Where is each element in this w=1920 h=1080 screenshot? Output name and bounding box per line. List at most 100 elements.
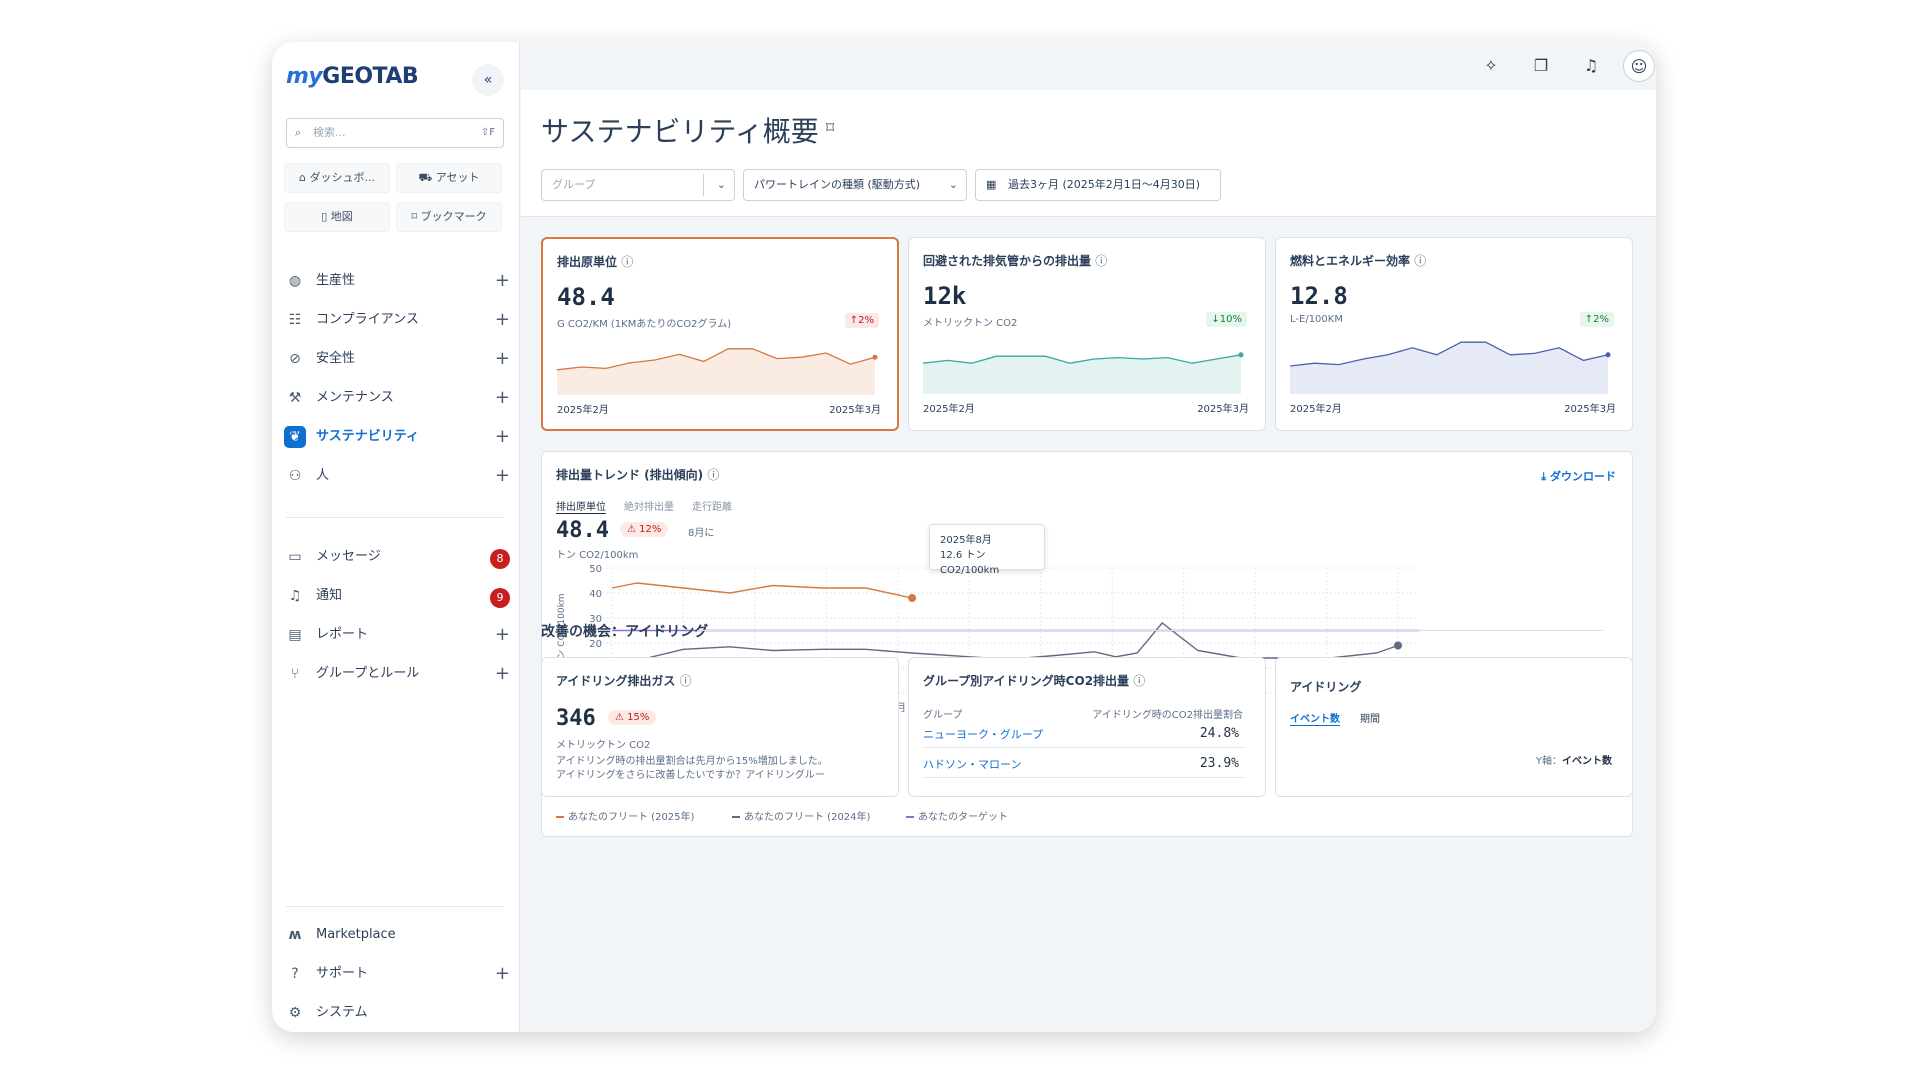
bell-icon[interactable]: ♫	[1575, 50, 1607, 82]
info-icon[interactable]: ⓘ	[707, 468, 719, 482]
series-endpoint-0	[908, 594, 917, 602]
sidebar-item-productivity[interactable]: ◍ 生産性 +	[284, 266, 510, 296]
warning-icon: ⚠	[615, 712, 628, 723]
tab-emission-intensity[interactable]: 排出原単位	[556, 498, 606, 514]
group-link[interactable]: ハドソン・マローン	[923, 756, 1021, 772]
collapse-sidebar-button[interactable]: «	[472, 64, 504, 96]
double-chevron-left-icon: «	[483, 72, 493, 88]
sidebar-item-notifications[interactable]: ♫ 通知 9	[284, 581, 510, 611]
table-row[interactable]: ニューヨーク・グループ 24.8%	[923, 720, 1245, 748]
sidebar-item-people[interactable]: ⚇ 人 +	[284, 461, 510, 491]
quick-link-bookmarks[interactable]: ⌑ ブックマーク	[396, 202, 502, 232]
sidebar-item-support[interactable]: ? サポート +	[284, 959, 510, 989]
tooltip-value: 12.6 トン CO2/100km	[940, 550, 1000, 576]
search-placeholder: 検索...	[313, 126, 346, 139]
tab-distance[interactable]: 走行距離	[692, 498, 732, 513]
info-icon[interactable]: ⓘ	[621, 255, 633, 269]
kpi-sparkline	[557, 348, 878, 395]
tab-event-count[interactable]: イベント数	[1290, 710, 1340, 726]
search-shortcut: ⇧F	[480, 127, 495, 138]
group-idle-card: グループ別アイドリング時CO2排出量 ⓘ グループ アイドリング時のCO2排出量…	[908, 657, 1266, 797]
sidebar-divider	[286, 906, 504, 907]
kpi-title: 排出原単位	[557, 255, 618, 269]
sidebar-item-groups-rules[interactable]: ⑂ グループとルール +	[284, 659, 510, 689]
sidebar-item-safety[interactable]: ⊘ 安全性 +	[284, 344, 510, 374]
kpi-start-date: 2025年2月	[1290, 404, 1342, 415]
kpi-unit: メトリックトン CO2	[923, 318, 1018, 329]
kpi-card-emission-intensity[interactable]: 排出原単位 ⓘ 48.4 G CO2/KM (1KMあたりのCO2グラム) ↑2…	[541, 237, 899, 431]
sparkle-icon[interactable]: ✧	[1475, 50, 1507, 82]
download-icon: ⤓	[1541, 470, 1550, 483]
bell-icon: ♫	[288, 588, 302, 604]
sidebar-item-maintenance[interactable]: ⚒ メンテナンス +	[284, 383, 510, 413]
user-avatar-icon[interactable]: ☺	[1623, 50, 1655, 82]
bookmark-icon[interactable]: ⌑	[826, 118, 834, 137]
info-icon[interactable]: ⓘ	[680, 674, 692, 688]
sidebar-item-messages[interactable]: ▭ メッセージ 8	[284, 542, 510, 572]
sidebar-item-compliance[interactable]: ☷ コンプライアンス +	[284, 305, 510, 335]
quick-link-dashboard[interactable]: ⌂ ダッシュボ...	[284, 163, 390, 193]
download-button[interactable]: ⤓ ダウンロード	[1541, 468, 1616, 484]
info-icon[interactable]: ⓘ	[1133, 674, 1145, 688]
gear-icon: ⚙	[288, 1005, 302, 1021]
info-icon[interactable]: ⓘ	[1414, 254, 1426, 268]
kpi-card-fuel-efficiency[interactable]: 燃料とエネルギー効率 ⓘ 12.8 L-E/100KM ↑2% 2025年2月 …	[1275, 237, 1633, 431]
expand-icon: +	[494, 309, 510, 330]
legend-target[interactable]: あなたのターゲット	[906, 808, 1008, 823]
messages-badge: 8	[490, 549, 510, 569]
tab-absolute-emissions[interactable]: 絶対排出量	[624, 498, 674, 513]
quick-link-map[interactable]: ▯ 地図	[284, 202, 390, 232]
wrench-icon: ⚒	[288, 390, 302, 406]
main-content: サステナビリティ概要 ⌑ グループ ⌄ パワートレインの種類 (駆動方式) ⌄ ▦ 過…	[521, 90, 1656, 1032]
idle-description-2: アイドリングをさらに改善したいですか？アイドリングルー	[556, 770, 825, 781]
mygeotab-logo[interactable]: myGEOTAB	[286, 64, 419, 89]
kpi-value: 12k	[923, 282, 967, 310]
legend-fleet-2025[interactable]: あなたのフリート (2025年)	[556, 808, 694, 823]
sidebar-item-reports[interactable]: ▤ レポート +	[284, 620, 510, 650]
kpi-card-avoided-emissions[interactable]: 回避された排気管からの排出量 ⓘ 12k メトリックトン CO2 ↓10% 20…	[908, 237, 1266, 431]
app-window: myGEOTAB « ⌕ 検索... ⇧F ⌂ ダッシュボ... ⛟ アセット …	[272, 42, 1656, 1032]
idling-card: アイドリング イベント数 期間 Y軸：イベント数	[1275, 657, 1633, 797]
kpi-title: 燃料とエネルギー効率	[1290, 254, 1411, 268]
idle-value: 346	[556, 706, 596, 731]
date-range-filter[interactable]: ▦ 過去3ヶ月 (2025年2月1日～4月30日)	[975, 169, 1221, 201]
group-filter-select[interactable]: グループ ⌄	[541, 169, 735, 201]
section-title: 改善の機会：アイドリング	[541, 624, 709, 640]
idle-unit: メトリックトン CO2	[556, 740, 651, 751]
table-row[interactable]: ハドソン・マローン 23.9%	[923, 750, 1245, 778]
tooltip-date: 2025年8月	[940, 535, 992, 546]
page-title: サステナビリティ概要	[541, 115, 819, 148]
sidebar: myGEOTAB « ⌕ 検索... ⇧F ⌂ ダッシュボ... ⛟ アセット …	[272, 42, 520, 1032]
column-header-group: グループ	[923, 710, 963, 721]
kpi-sparkline	[923, 352, 1244, 394]
group-link[interactable]: ニューヨーク・グループ	[923, 726, 1043, 742]
kpi-title: 回避された排気管からの排出量	[923, 254, 1092, 268]
sparkline-endpoint	[1238, 352, 1244, 358]
hierarchy-icon: ⑂	[290, 666, 300, 682]
sparkline-area	[1290, 342, 1608, 394]
kpi-sparkline	[1290, 341, 1611, 394]
series-endpoint-1	[1394, 641, 1402, 650]
idle-change-badge: ⚠ 15%	[608, 710, 657, 725]
kpi-unit: G CO2/KM (1KMあたりのCO2グラム)	[557, 319, 732, 330]
chat-icon[interactable]: ❐	[1525, 50, 1557, 82]
truck-icon: ⛟	[418, 171, 436, 184]
sidebar-item-marketplace[interactable]: ʍ Marketplace	[284, 920, 510, 950]
y-axis-selector[interactable]: Y軸：イベント数	[1536, 752, 1612, 767]
warning-icon: ⚠	[627, 524, 640, 535]
search-input[interactable]: ⌕ 検索... ⇧F	[286, 118, 504, 148]
expand-icon: +	[494, 465, 510, 486]
idle-description: アイドリング時の排出量割合は先月から15%増加しました。	[556, 756, 828, 767]
tab-period[interactable]: 期間	[1360, 710, 1380, 725]
powertrain-filter-select[interactable]: パワートレインの種類 (駆動方式) ⌄	[743, 169, 967, 201]
info-icon[interactable]: ⓘ	[1095, 254, 1107, 268]
home-icon: ⌂	[299, 171, 310, 184]
trend-month-note: 8月に	[688, 528, 715, 539]
legend-fleet-2024[interactable]: あなたのフリート (2024年)	[732, 808, 870, 823]
sidebar-item-sustainability[interactable]: ❦ サステナビリティ +	[284, 422, 510, 452]
card-title: アイドリング排出ガス	[556, 674, 676, 688]
kpi-start-date: 2025年2月	[923, 404, 975, 415]
kpi-change-badge: ↑2%	[1579, 312, 1614, 327]
sidebar-item-system[interactable]: ⚙ システム	[284, 998, 510, 1028]
quick-link-assets[interactable]: ⛟ アセット	[396, 163, 502, 193]
